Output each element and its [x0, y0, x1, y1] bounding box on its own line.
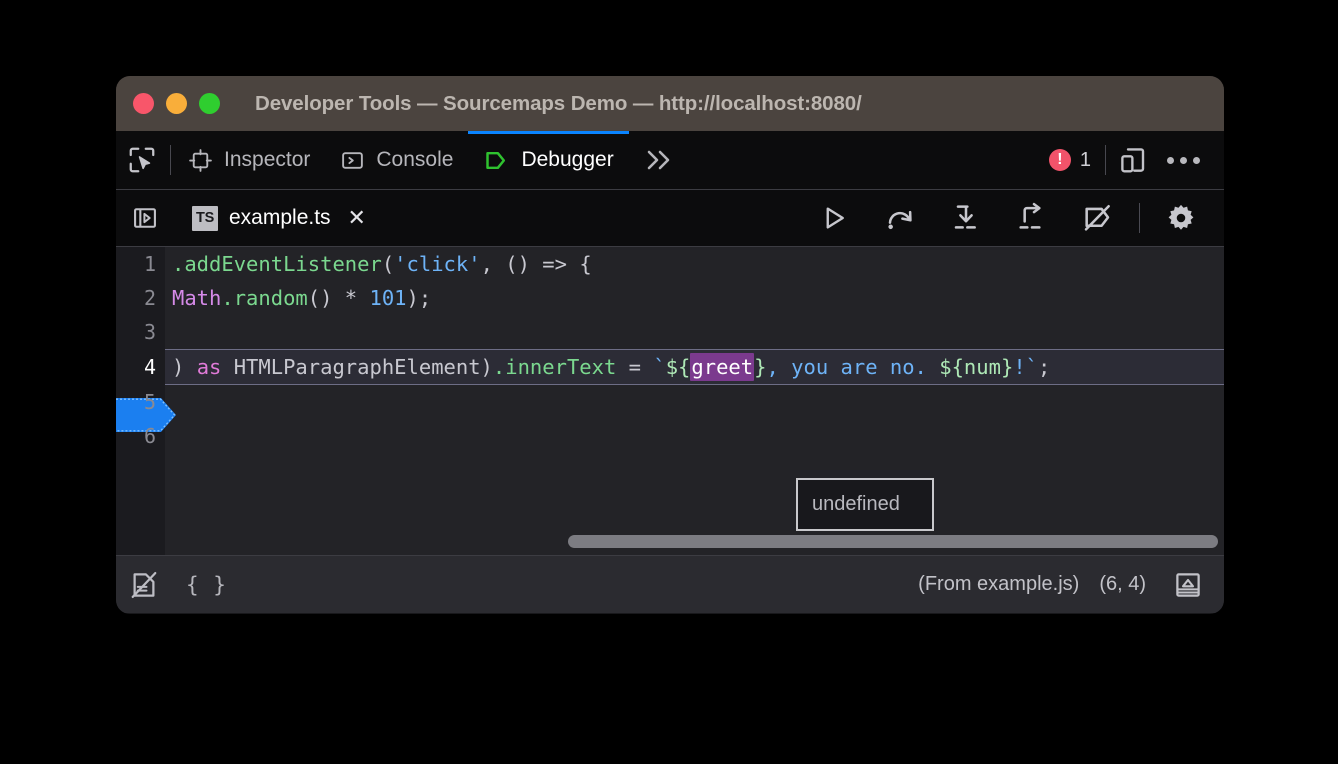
- devtools-toolbar: Inspector Console Debugger: [116, 131, 1224, 190]
- error-count-label: 1: [1080, 149, 1091, 172]
- responsive-design-mode-button[interactable]: [1108, 131, 1158, 189]
- variable-value-tooltip: undefined: [796, 478, 934, 531]
- responsive-design-icon: [1118, 145, 1148, 175]
- debugger-settings-button[interactable]: [1148, 190, 1214, 246]
- screenshot-root: Developer Tools — Sourcemaps Demo — http…: [0, 0, 1338, 764]
- deactivate-breakpoints-icon: [1082, 202, 1114, 234]
- error-count-badge[interactable]: ! 1: [1037, 131, 1103, 189]
- source-editor: 1 .addEventListener('click', () => { 2 M…: [116, 247, 1224, 555]
- file-tab-label: example.ts: [229, 206, 331, 230]
- resume-button[interactable]: [801, 190, 867, 246]
- tab-debugger-label: Debugger: [521, 148, 613, 172]
- debugger-icon: [483, 147, 510, 174]
- close-window-button[interactable]: [133, 93, 154, 114]
- line-content[interactable]: ) as HTMLParagraphElement).innerText = `…: [165, 355, 1050, 379]
- line-content[interactable]: .addEventListener('click', () => {: [165, 252, 592, 276]
- minimize-window-button[interactable]: [166, 93, 187, 114]
- meatball-menu-icon: [1167, 157, 1200, 164]
- play-icon: [819, 203, 849, 233]
- code-line[interactable]: 1 .addEventListener('click', () => {: [116, 247, 1224, 281]
- step-over-icon: [884, 202, 916, 234]
- tab-console[interactable]: Console: [325, 131, 468, 189]
- maximize-window-button[interactable]: [199, 93, 220, 114]
- step-in-icon: [950, 202, 982, 234]
- code-line[interactable]: 6: [116, 419, 1224, 453]
- debugger-controls: [801, 190, 1224, 246]
- more-tools-menu-button[interactable]: [1158, 131, 1208, 189]
- hovered-variable-greet[interactable]: greet: [690, 353, 754, 381]
- step-in-button[interactable]: [933, 190, 999, 246]
- line-number[interactable]: 6: [116, 424, 165, 448]
- sources-pane-icon: [131, 204, 159, 232]
- console-icon: [340, 148, 365, 173]
- pretty-print-button[interactable]: [116, 556, 172, 613]
- window-traffic-lights: [133, 93, 220, 114]
- toolbar-divider-right: [1105, 145, 1106, 175]
- step-over-button[interactable]: [867, 190, 933, 246]
- toolbar-divider: [170, 145, 171, 175]
- element-picker-icon: [127, 145, 157, 175]
- cursor-position-label: (6, 4): [1099, 573, 1146, 596]
- toolbar-tabs: Inspector Console Debugger: [116, 131, 689, 189]
- toolbar-right-controls: ! 1: [1037, 131, 1224, 189]
- line-number[interactable]: 4: [116, 355, 165, 379]
- toggle-original-source-button[interactable]: [1166, 565, 1210, 605]
- line-number[interactable]: 5: [116, 390, 165, 414]
- debugger-file-toolbar: TS example.ts ✕: [116, 190, 1224, 247]
- tooltip-text: undefined: [812, 493, 900, 516]
- deactivate-breakpoints-button[interactable]: [1065, 190, 1131, 246]
- tab-debugger[interactable]: Debugger: [468, 131, 628, 189]
- devtools-window: Developer Tools — Sourcemaps Demo — http…: [116, 76, 1224, 614]
- typescript-file-icon: TS: [192, 206, 218, 231]
- toggle-sources-pane-button[interactable]: [116, 190, 174, 246]
- line-content[interactable]: Math.random() * 101);: [165, 286, 431, 310]
- braces-indicator[interactable]: { }: [172, 573, 241, 597]
- tab-inspector[interactable]: Inspector: [173, 131, 325, 189]
- tab-inspector-label: Inspector: [224, 148, 310, 172]
- error-icon: !: [1049, 149, 1071, 171]
- code-line[interactable]: 3: [116, 315, 1224, 349]
- source-map-icon: [1173, 570, 1203, 600]
- code-line-paused[interactable]: 4 ) as HTMLParagraphElement).innerText =…: [116, 349, 1224, 385]
- code-lines[interactable]: 1 .addEventListener('click', () => { 2 M…: [116, 247, 1224, 555]
- close-icon[interactable]: ✕: [348, 207, 366, 229]
- line-number[interactable]: 3: [116, 320, 165, 344]
- element-picker-button[interactable]: [116, 131, 168, 189]
- source-origin-label: (From example.js): [918, 573, 1079, 596]
- inspector-icon: [188, 148, 213, 173]
- toolbar-overflow-button[interactable]: [629, 131, 689, 189]
- window-titlebar: Developer Tools — Sourcemaps Demo — http…: [116, 76, 1224, 131]
- tab-console-label: Console: [376, 148, 453, 172]
- gear-icon: [1165, 202, 1197, 234]
- code-line[interactable]: 2 Math.random() * 101);: [116, 281, 1224, 315]
- code-line[interactable]: 5: [116, 385, 1224, 419]
- window-title: Developer Tools — Sourcemaps Demo — http…: [255, 92, 862, 116]
- status-bar-right: (From example.js) (6, 4): [918, 565, 1224, 605]
- horizontal-scrollbar[interactable]: [165, 533, 1224, 549]
- line-number[interactable]: 1: [116, 252, 165, 276]
- step-out-button[interactable]: [999, 190, 1065, 246]
- debugger-controls-divider: [1139, 203, 1140, 233]
- line-number[interactable]: 2: [116, 286, 165, 310]
- file-tab-example-ts[interactable]: TS example.ts ✕: [174, 190, 380, 246]
- horizontal-scrollbar-thumb[interactable]: [568, 535, 1218, 548]
- step-out-icon: [1016, 202, 1048, 234]
- pretty-print-icon: [129, 570, 159, 600]
- editor-status-bar: { } (From example.js) (6, 4): [116, 555, 1224, 613]
- chevron-double-right-icon: [643, 147, 675, 173]
